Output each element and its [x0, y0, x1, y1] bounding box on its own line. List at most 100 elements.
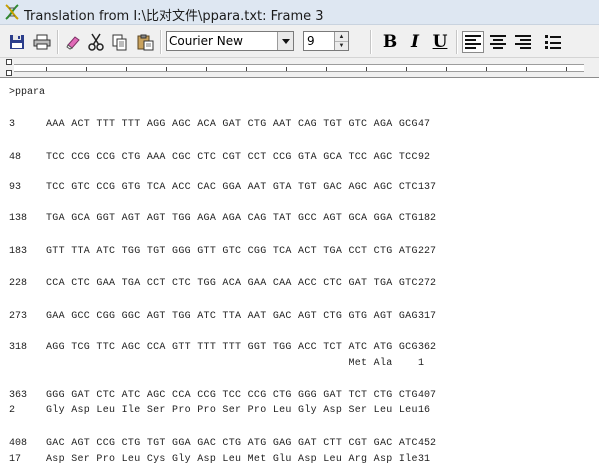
- font-dropdown-button[interactable]: [277, 32, 293, 50]
- dna-start-position: 273: [9, 311, 28, 322]
- dna-start-position: 3: [9, 119, 16, 130]
- dna-end-position: 272: [418, 278, 437, 289]
- ruler-tick: [86, 67, 87, 71]
- ruler-tick: [566, 67, 567, 71]
- first-indent-marker[interactable]: [6, 59, 12, 65]
- font-size-value: 9: [307, 34, 315, 48]
- dna-line: 228 CCA CTC GAA TGA CCT CTC TGG ACA GAA …: [0, 278, 599, 290]
- align-left-button[interactable]: [462, 31, 484, 53]
- left-indent-marker[interactable]: [6, 70, 12, 76]
- font-name-value: Courier New: [169, 34, 243, 48]
- bold-button[interactable]: B: [379, 31, 401, 53]
- floppy-disk-icon: [10, 35, 24, 49]
- ruler-tick: [126, 67, 127, 71]
- dna-start-position: 183: [9, 246, 28, 257]
- toolbar-separator: [160, 30, 162, 54]
- save-button[interactable]: [6, 31, 28, 53]
- erase-button[interactable]: [62, 31, 84, 53]
- ruler-tick: [526, 67, 527, 71]
- window-title: Translation from I:\比对文件\ppara.txt: Fram…: [24, 9, 324, 24]
- bullet-list-button[interactable]: [542, 31, 564, 53]
- sequence-name: ppara: [15, 87, 46, 98]
- toolbar-separator: [370, 30, 372, 54]
- dna-codons: AGG TCG TTC AGC CCA GTT TTT TTT GGT TGG …: [46, 342, 418, 353]
- ruler-strip: [14, 64, 584, 72]
- copy-button[interactable]: [109, 31, 131, 53]
- print-button[interactable]: [31, 31, 53, 53]
- font-size-stepper[interactable]: 9 ▲ ▼: [303, 31, 349, 51]
- dna-start-position: 318: [9, 342, 28, 353]
- dna-codons: TGA GCA GGT AGT AGT TGG AGA AGA CAG TAT …: [46, 213, 418, 224]
- protein-end-position: 16: [418, 405, 431, 416]
- spin-buttons: ▲ ▼: [334, 32, 348, 50]
- scissors-icon: [88, 33, 104, 51]
- ruler: [0, 58, 599, 78]
- dropdown-arrow-icon: [281, 38, 290, 44]
- bold-label: B: [382, 32, 398, 52]
- font-name-select[interactable]: Courier New: [166, 31, 294, 51]
- dna-end-position: 452: [418, 438, 437, 449]
- dna-start-position: 48: [9, 152, 22, 163]
- dna-codons: TCC GTC CCG GTG TCA ACC CAC GGA AAT GTA …: [46, 182, 418, 193]
- dna-codons: GGG GAT CTC ATC AGC CCA CCG TCC CCG CTG …: [46, 390, 418, 401]
- dna-codons: GAC AGT CCG CTG TGT GGA GAC CTG ATG GAG …: [46, 438, 418, 449]
- protein-end-position: 31: [418, 454, 431, 465]
- dna-end-position: 317: [418, 311, 437, 322]
- dna-line: 3 AAA ACT TTT TTT AGG AGC ACA GAT CTG AA…: [0, 119, 599, 131]
- dna-start-position: 363: [9, 390, 28, 401]
- dna-end-position: 92: [418, 152, 431, 163]
- toolbar: Courier New 9 ▲ ▼ B I U: [0, 25, 599, 58]
- amino-acids: Met Ala: [46, 358, 393, 369]
- dna-codons: CCA CTC GAA TGA CCT CTC TGG ACA GAA CAA …: [46, 278, 418, 289]
- dna-line: 138 TGA GCA GGT AGT AGT TGG AGA AGA CAG …: [0, 213, 599, 225]
- protein-line: 2 Gly Asp Leu Ile Ser Pro Pro Ser Pro Le…: [0, 405, 599, 417]
- clipboard-paste-icon: [137, 34, 153, 50]
- copy-icon: [112, 34, 127, 50]
- dna-line: 363 GGG GAT CTC ATC AGC CCA CCG TCC CCG …: [0, 390, 599, 402]
- dna-end-position: 182: [418, 213, 437, 224]
- dna-end-position: 137: [418, 182, 437, 193]
- dna-codons: TCC CCG CCG CTG AAA CGC CTC CGT CCT CCG …: [46, 152, 418, 163]
- ruler-tick: [406, 67, 407, 71]
- align-right-button[interactable]: [512, 31, 534, 53]
- protein-line: Met Ala 1: [0, 358, 599, 370]
- protein-start-position: 2: [9, 405, 16, 416]
- dna-end-position: 47: [418, 119, 431, 130]
- eraser-icon: [66, 36, 80, 50]
- dna-codons: GAA GCC CGG GGC AGT TGG ATC TTA AAT GAC …: [46, 311, 418, 322]
- ruler-tick: [46, 67, 47, 71]
- align-center-button[interactable]: [487, 31, 509, 53]
- italic-button[interactable]: I: [404, 31, 426, 53]
- paste-button[interactable]: [134, 31, 156, 53]
- align-right-icon: [515, 35, 531, 49]
- dna-start-position: 93: [9, 182, 22, 193]
- dna-line: 183 GTT TTA ATC TGG TGT GGG GTT GTC CGG …: [0, 246, 599, 258]
- ruler-tick: [166, 67, 167, 71]
- toolbar-separator: [57, 30, 59, 54]
- dna-line: 48 TCC CCG CCG CTG AAA CGC CTC CGT CCT C…: [0, 152, 599, 164]
- underline-label: U: [432, 32, 448, 52]
- title-bar: Translation from I:\比对文件\ppara.txt: Fram…: [0, 0, 599, 25]
- cut-button[interactable]: [85, 31, 107, 53]
- ruler-tick: [286, 67, 287, 71]
- dna-line: 318 AGG TCG TTC AGC CCA GTT TTT TTT GGT …: [0, 342, 599, 354]
- align-left-icon: [465, 35, 481, 49]
- toolbar-separator: [456, 30, 458, 54]
- ruler-tick: [486, 67, 487, 71]
- ruler-tick: [246, 67, 247, 71]
- protein-end-position: 1: [418, 358, 425, 369]
- bullet-list-icon: [545, 35, 561, 49]
- dna-end-position: 407: [418, 390, 437, 401]
- ruler-tick: [326, 67, 327, 71]
- dna-end-position: 362: [418, 342, 437, 353]
- dna-start-position: 138: [9, 213, 28, 224]
- protein-line: 17 Asp Ser Pro Leu Cys Gly Asp Leu Met G…: [0, 454, 599, 466]
- dna-line: 273 GAA GCC CGG GGC AGT TGG ATC TTA AAT …: [0, 311, 599, 323]
- underline-button[interactable]: U: [429, 31, 451, 53]
- document-area[interactable]: >ppara 3 AAA ACT TTT TTT AGG AGC ACA GAT…: [0, 78, 599, 468]
- dna-codons: GTT TTA ATC TGG TGT GGG GTT GTC CGG TCA …: [46, 246, 418, 257]
- dna-line: 408 GAC AGT CCG CTG TGT GGA GAC CTG ATG …: [0, 438, 599, 450]
- dna-codons: AAA ACT TTT TTT AGG AGC ACA GAT CTG AAT …: [46, 119, 418, 130]
- protein-start-position: 17: [9, 454, 22, 465]
- decrease-size-button[interactable]: ▼: [335, 41, 348, 50]
